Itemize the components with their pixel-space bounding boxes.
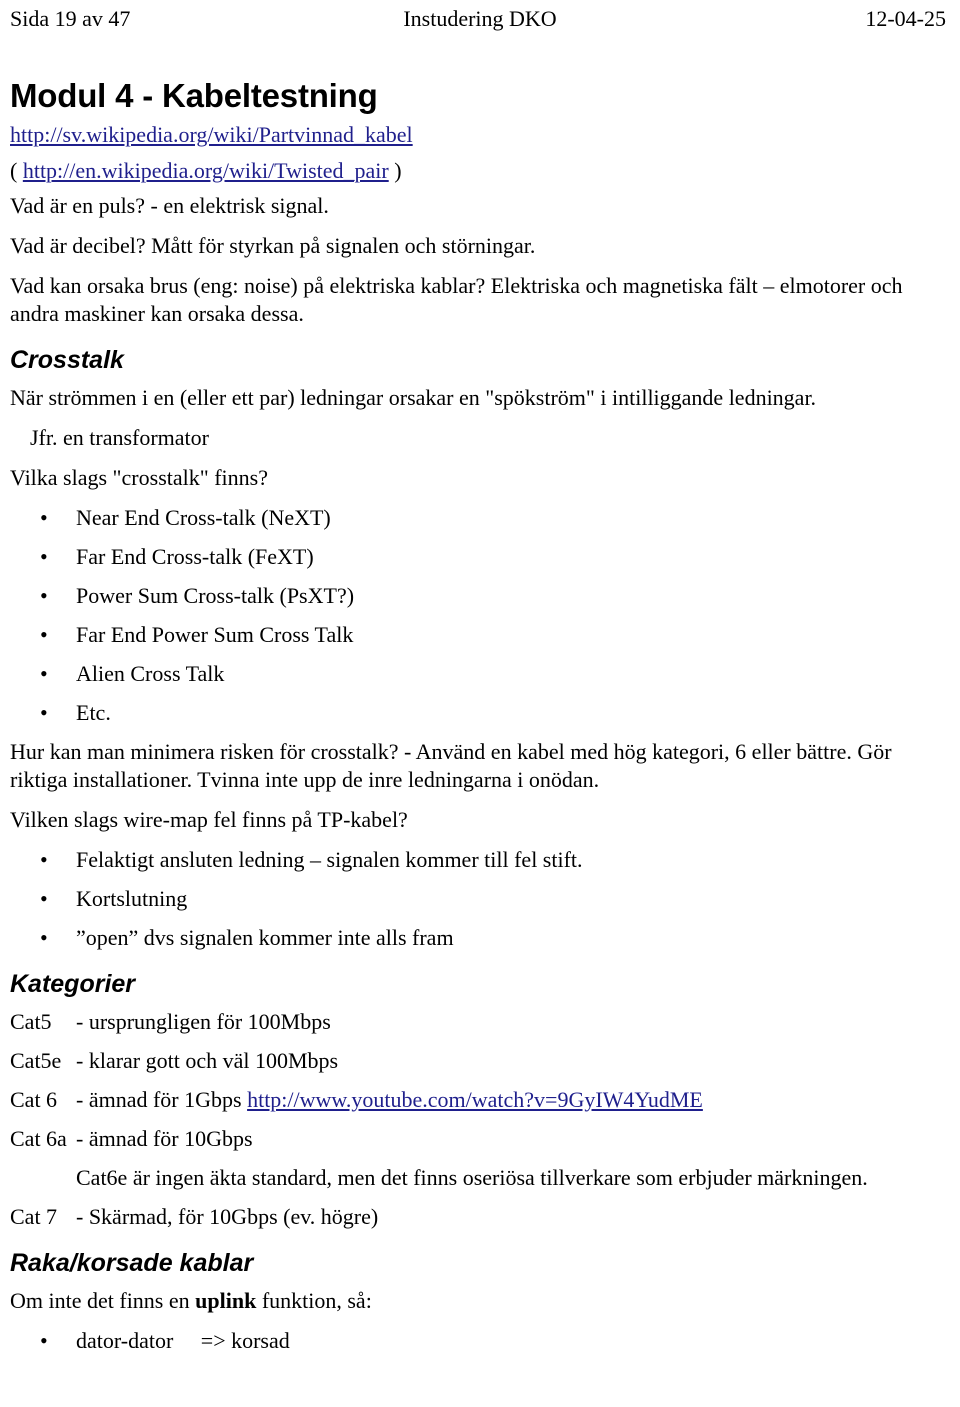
- list-item-label: Kortslutning: [76, 886, 188, 911]
- crosstalk-question: Vilka slags "crosstalk" finns?: [10, 465, 268, 490]
- section-heading-crosstalk: Crosstalk: [10, 346, 124, 374]
- crosstalk-minimize-paragraph: Hur kan man minimera risken för crosstal…: [10, 739, 892, 792]
- uplink-keyword: uplink: [195, 1288, 257, 1313]
- paren-close: ): [388, 158, 402, 183]
- intro-paragraph-puls: Vad är en puls? - en elektrisk signal.: [10, 193, 329, 218]
- category-label: Cat 6a: [10, 1126, 67, 1151]
- list-item-label: ”open” dvs signalen kommer inte alls fra…: [76, 925, 454, 950]
- list-item-label: Power Sum Cross-talk (PsXT?): [76, 583, 355, 608]
- wikipedia-sv-link-line: http://sv.wikipedia.org/wiki/Partvinnad_…: [10, 120, 960, 150]
- crosstalk-note: Jfr. en transformator: [30, 425, 209, 450]
- list-item: • dator-dator => korsad: [0, 1327, 960, 1355]
- bullet-icon: •: [40, 544, 48, 569]
- category-description: - ämnad för 1Gbps: [76, 1087, 248, 1112]
- cable-pairing-list: • dator-dator => korsad: [0, 1327, 960, 1355]
- wiremap-question: Vilken slags wire-map fel finns på TP-ka…: [10, 807, 408, 832]
- category-row-cat5: Cat5 - ursprungligen för 100Mbps: [10, 1008, 946, 1036]
- page-header: Sida 19 av 47 Instudering DKO 12-04-25: [0, 0, 960, 46]
- category-description: - Skärmad, för 10Gbps (ev. högre): [76, 1204, 379, 1229]
- category-label: Cat 6: [10, 1087, 58, 1112]
- paren-open: (: [10, 158, 23, 183]
- bullet-icon: •: [40, 886, 48, 911]
- bullet-icon: •: [40, 583, 48, 608]
- section-heading-kategorier: Kategorier: [10, 970, 136, 998]
- bullet-icon: •: [40, 505, 48, 530]
- wikipedia-sv-link[interactable]: http://sv.wikipedia.org/wiki/Partvinnad_…: [10, 122, 413, 147]
- list-item-label: Near End Cross-talk (NeXT): [76, 505, 331, 530]
- bullet-icon: •: [40, 700, 48, 725]
- bullet-icon: •: [40, 622, 48, 647]
- bullet-icon: •: [40, 661, 48, 686]
- section-heading-raka-korsade-kablar: Raka/korsade kablar: [10, 1249, 254, 1277]
- cat6e-note: Cat6e är ingen äkta standard, men det fi…: [76, 1165, 868, 1190]
- list-item-label: Alien Cross Talk: [76, 661, 225, 686]
- bullet-icon: •: [40, 925, 48, 950]
- crosstalk-types-list: • Near End Cross-talk (NeXT) • Far End Cro…: [0, 504, 960, 727]
- wikipedia-en-link-line: ( http://en.wikipedia.org/wiki/Twisted_p…: [10, 156, 960, 186]
- list-item: • Etc.: [0, 699, 960, 727]
- list-item: • Far End Cross-talk (FeXT): [0, 543, 960, 571]
- category-description: - klarar gott och väl 100Mbps: [76, 1048, 339, 1073]
- uplink-lead-before: Om inte det finns en: [10, 1288, 196, 1313]
- list-item-label: Etc.: [76, 700, 111, 725]
- list-item-label: Far End Power Sum Cross Talk: [76, 622, 354, 647]
- list-item: • Kortslutning: [0, 885, 960, 913]
- category-description: - ursprungligen för 100Mbps: [76, 1009, 331, 1034]
- wiremap-faults-list: • Felaktigt ansluten ledning – signalen k…: [0, 846, 960, 952]
- list-item: • Near End Cross-talk (NeXT): [0, 504, 960, 532]
- uplink-lead-paragraph: Om inte det finns en uplink funktion, så…: [10, 1287, 946, 1315]
- document-body: Modul 4 - Kabeltestning http://sv.wikipe…: [0, 46, 960, 1366]
- category-label: Cat5e: [10, 1048, 62, 1073]
- category-label: Cat 7: [10, 1204, 58, 1229]
- header-document-title: Instudering DKO: [403, 6, 557, 31]
- wikipedia-en-link[interactable]: http://en.wikipedia.org/wiki/Twisted_pai…: [23, 158, 389, 183]
- list-item-label: dator-dator => korsad: [76, 1328, 290, 1353]
- intro-paragraph-decibel: Vad är decibel? Mått för styrkan på sign…: [10, 233, 536, 258]
- list-item: • Alien Cross Talk: [0, 660, 960, 688]
- intro-paragraph-brus: Vad kan orsaka brus (eng: noise) på elek…: [10, 273, 903, 326]
- header-date: 12-04-25: [865, 6, 946, 31]
- uplink-lead-after: funktion, så:: [256, 1288, 372, 1313]
- page-title: Modul 4 - Kabeltestning: [10, 77, 378, 114]
- category-label: Cat5: [10, 1009, 52, 1034]
- category-row-cat5e: Cat5e - klarar gott och väl 100Mbps: [10, 1047, 946, 1075]
- category-row-cat6: Cat 6 - ämnad för 1Gbps http://www.youtub…: [10, 1086, 946, 1114]
- document-page: Sida 19 av 47 Instudering DKO 12-04-25 M…: [0, 0, 960, 1407]
- list-item: • ”open” dvs signalen kommer inte alls fr…: [0, 924, 960, 952]
- category-row-cat7: Cat 7 - Skärmad, för 10Gbps (ev. högre): [10, 1203, 946, 1231]
- list-item-label: Felaktigt ansluten ledning – signalen ko…: [76, 847, 583, 872]
- bullet-icon: •: [40, 1328, 48, 1353]
- crosstalk-definition: När strömmen i en (eller ett par) lednin…: [10, 385, 817, 410]
- list-item: • Power Sum Cross-talk (PsXT?): [0, 582, 960, 610]
- youtube-link[interactable]: http://www.youtube.com/watch?v=9GyIW4Yud…: [247, 1087, 703, 1112]
- list-item: • Felaktigt ansluten ledning – signalen k…: [0, 846, 960, 874]
- bullet-icon: •: [40, 847, 48, 872]
- list-item-label: Far End Cross-talk (FeXT): [76, 544, 314, 569]
- list-item: • Far End Power Sum Cross Talk: [0, 621, 960, 649]
- category-row-cat6a: Cat 6a - ämnad för 10Gbps: [10, 1125, 946, 1153]
- category-description: - ämnad för 10Gbps: [76, 1126, 253, 1151]
